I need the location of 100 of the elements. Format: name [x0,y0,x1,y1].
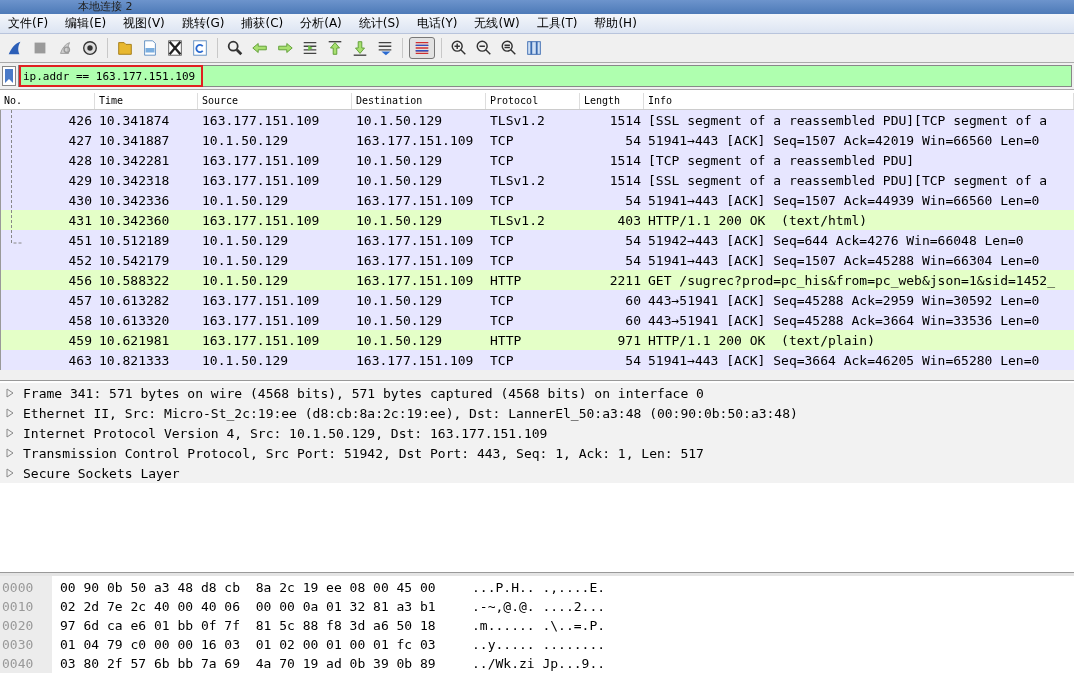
table-cell-text: 971 [616,332,642,348]
file-icon [141,39,159,57]
search-icon [226,39,244,57]
packet-row[interactable]: 463 10.821333 10.1.50.129 163.177.151.109 TCP 54 51941→443 [ACK] Seq=3664 Ack=46205 Win=65280 Len=0 [1,350,1074,370]
menu-item[interactable]: 帮助(H) [589,15,642,32]
tree-row[interactable]: Ethernet II, Src: Micro-St_2c:19:ee (d8:cb:8a:2c:19:ee), Dst: LannerEl_50:a3:48 (00:90:0b:50:a3:48) [0,403,1074,423]
table-cell-text: 10.1.50.129 [355,172,444,188]
ascii-text: ../Wk.zi Jp...9.. [472,656,606,671]
packet-row[interactable]: 458 10.613320 163.177.151.109 10.1.50.129 TCP 60 443→51941 [ACK] Seq=45288 Ack=3664 Win=33536 Len=0 [1,310,1074,330]
table-cell-text: 10.341887 [98,132,171,148]
table-cell-text: 163.177.151.109 [201,212,321,228]
table-cell-text: [SSL segment of a reassembled PDU][TCP segment of a [647,112,1049,128]
column-header[interactable]: Source [198,93,352,109]
expand-arrow-icon[interactable] [5,448,15,458]
tree-row[interactable]: Frame 341: 571 bytes on wire (4568 bits), 571 bytes captured (4568 bits) on interface 0 [0,383,1074,403]
table-cell-text: [TCP segment of a reassembled PDU] [647,152,916,168]
column-header[interactable]: Length [580,93,644,109]
table-cell-text: 431 [67,212,93,228]
table-cell-text: 463 [67,352,93,368]
menu-item[interactable]: 无线(W) [469,15,525,32]
expand-arrow-icon[interactable] [5,388,15,398]
last-packet-icon [351,39,369,57]
menu-item[interactable]: 编辑(E) [60,15,112,32]
packet-row[interactable]: 429 10.342318 163.177.151.109 10.1.50.129 TLSv1.2 1514 [SSL segment of a reassembled PDU][TCP segment of a [1,170,1074,190]
packet-row[interactable]: 430 10.342336 10.1.50.129 163.177.151.109 TCP 54 51941→443 [ACK] Seq=1507 Ack=44939 Win=66560 Len=0 [1,190,1074,210]
packet-row[interactable]: 428 10.342281 163.177.151.109 10.1.50.129 TCP 1514 [TCP segment of a reassembled PDU] [1,150,1074,170]
expand-arrow-icon[interactable] [5,468,15,478]
packet-row[interactable]: 457 10.613282 163.177.151.109 10.1.50.129 TCP 60 443→51941 [ACK] Seq=45288 Ack=2959 Win=30592 Len=0 [1,290,1074,310]
table-cell-text: 163.177.151.109 [355,272,475,288]
table-cell-text: 10.1.50.129 [355,332,444,348]
table-cell-text: 10.542179 [98,252,171,268]
packet-row[interactable]: 451 10.512189 10.1.50.129 163.177.151.109 TCP 54 51942→443 [ACK] Seq=644 Ack=4276 Win=66048 Len=0 [1,230,1074,250]
table-cell-text: 428 [67,152,93,168]
table-cell-text: TCP [489,132,515,148]
menu-item[interactable]: 视图(V) [118,15,170,32]
table-cell-text: 163.177.151.109 [355,192,475,208]
table-cell-text: 10.342360 [98,212,171,228]
auto-scroll-icon [376,39,394,57]
tree-label: Frame 341: 571 bytes on wire (4568 bits), 571 bytes captured (4568 bits) on interface 0 [23,385,704,401]
packet-row[interactable]: 459 10.621981 163.177.151.109 10.1.50.129 HTTP 971 HTTP/1.1 200 OK (text/plain) [1,330,1074,350]
column-header[interactable]: Destination [352,93,486,109]
tree-row[interactable]: Transmission Control Protocol, Src Port: 51942, Dst Port: 443, Seq: 1, Ack: 1, Len: 517 [0,443,1074,463]
menu-item[interactable]: 文件(F) [3,15,54,32]
tree-label: Transmission Control Protocol, Src Port: 51942, Dst Port: 443, Seq: 1, Ack: 1, Len: 517 [23,445,704,461]
byte-offset: 0020 [1,618,35,633]
tree-row[interactable]: Secure Sockets Layer [0,463,1074,483]
table-cell-text: 10.1.50.129 [201,192,290,208]
hex-bytes: 01 04 79 c0 00 00 16 03 01 02 00 01 00 01 fc 03 [59,637,437,652]
hex-bytes: 00 90 0b 50 a3 48 d8 cb 8a 2c 19 ee 08 00 45 00 [59,580,437,595]
pane-splitter[interactable] [0,370,1074,381]
table-cell-text: 10.821333 [98,352,171,368]
menu-item[interactable]: 统计(S) [353,15,405,32]
expand-arrow-icon[interactable] [5,428,15,438]
hex-bytes: 97 6d ca e6 01 bb 0f 7f 81 5c 88 f8 3d a6 50 18 [59,618,437,633]
table-cell-text: 51941→443 [ACK] Seq=1507 Ack=45288 Win=66304 Len=0 [647,252,1041,268]
table-cell-text: 10.621981 [98,332,171,348]
table-cell-text: 426 [67,112,93,128]
column-header[interactable]: No. [0,93,95,109]
packet-row[interactable]: 426 10.341874 163.177.151.109 10.1.50.129 TLSv1.2 1514 [SSL segment of a reassembled PDU][TCP segment of a [1,110,1074,130]
table-cell-text: 10.342281 [98,152,171,168]
ascii-text: ..y..... ........ [472,637,606,652]
table-cell-text: TCP [489,312,515,328]
column-header[interactable]: Info [644,93,1074,109]
tree-row[interactable]: Internet Protocol Version 4, Src: 10.1.50.129, Dst: 163.177.151.109 [0,423,1074,443]
bookmark-button[interactable] [2,66,16,86]
table-cell-text: 1514 [608,112,642,128]
table-cell-text: 10.1.50.129 [201,252,290,268]
table-cell-text: 10.1.50.129 [355,212,444,228]
table-cell-text: 60 [624,292,642,308]
display-filter-field[interactable]: ip.addr == 163.177.151.109 [18,65,1072,87]
expand-arrow-icon[interactable] [5,408,15,418]
table-cell-text: 163.177.151.109 [201,292,321,308]
menu-item[interactable]: 分析(A) [295,15,347,32]
packet-row[interactable]: 452 10.542179 10.1.50.129 163.177.151.109 TCP 54 51941→443 [ACK] Seq=1507 Ack=45288 Win=66304 Len=0 [1,250,1074,270]
forward-arrow-icon [276,39,294,57]
hex-bytes: 02 2d 7e 2c 40 00 40 06 00 00 0a 01 32 81 a3 b1 [59,599,437,614]
table-cell-text: TLSv1.2 [489,172,546,188]
column-header[interactable]: Time [95,93,198,109]
byte-offset: 0010 [1,599,35,614]
menu-item[interactable]: 电话(Y) [411,15,463,32]
table-cell-text: 163.177.151.109 [355,252,475,268]
table-cell-text: 10.1.50.129 [201,352,290,368]
table-cell-text: HTTP [489,272,523,288]
packet-row[interactable]: 431 10.342360 163.177.151.109 10.1.50.129 TLSv1.2 403 HTTP/1.1 200 OK (text/html) [1,210,1074,230]
byte-offset: 0030 [1,637,35,652]
menu-item[interactable]: 跳转(G) [176,15,230,32]
window-title: 本地连接 2 [78,1,133,13]
table-cell-text: 54 [624,352,642,368]
go-to-packet-icon [301,39,319,57]
table-cell-text: 54 [624,252,642,268]
menu-item[interactable]: 捕获(C) [236,15,289,32]
menu-item[interactable]: 工具(T) [531,15,583,32]
back-arrow-icon [251,39,269,57]
column-header[interactable]: Protocol [486,93,580,109]
table-cell-text: 10.1.50.129 [201,272,290,288]
table-cell-text: 429 [67,172,93,188]
packet-row[interactable]: 427 10.341887 10.1.50.129 163.177.151.109 TCP 54 51941→443 [ACK] Seq=1507 Ack=42019 Win=66560 Len=0 [1,130,1074,150]
packet-row[interactable]: 456 10.588322 10.1.50.129 163.177.151.109 HTTP 2211 GET /sugrec?prod=pc_his&from=pc_web&json=1&sid=1452_ [1,270,1074,290]
table-cell-text: GET /sugrec?prod=pc_his&from=pc_web&json=1&sid=1452_ [647,272,1056,288]
table-cell-text: 10.1.50.129 [355,292,444,308]
